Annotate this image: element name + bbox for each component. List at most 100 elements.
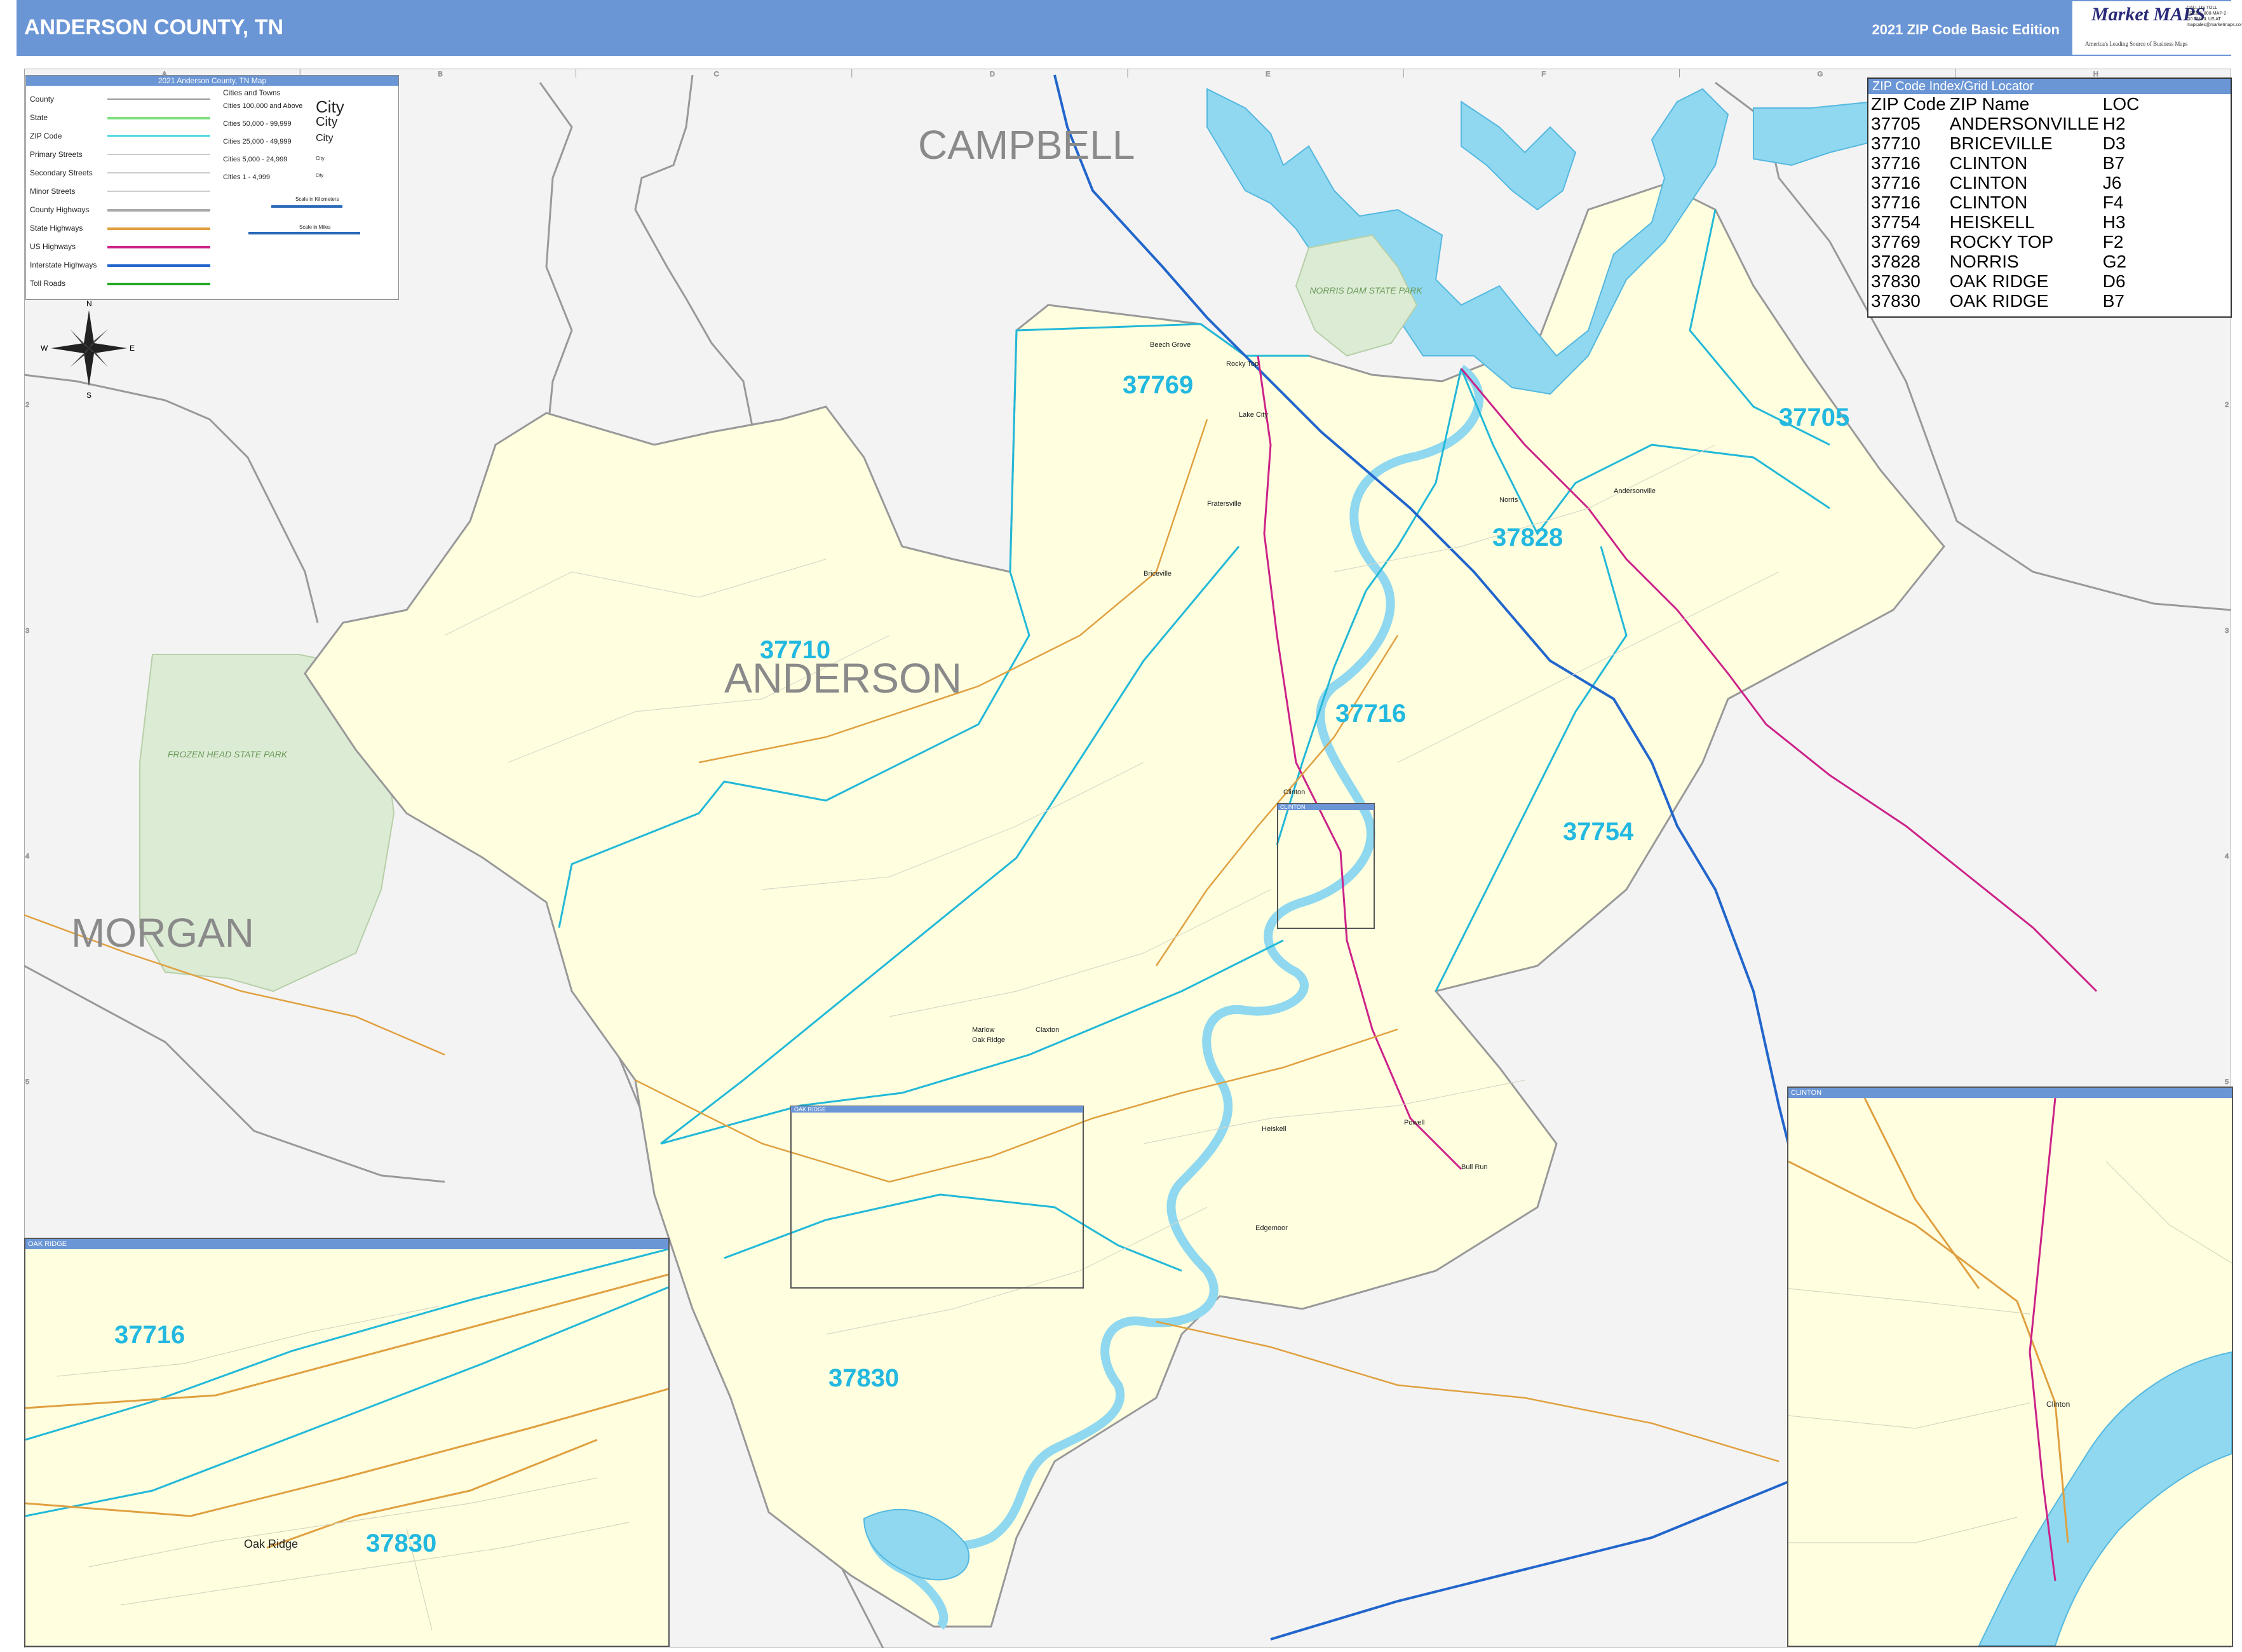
zip-index-row: 37716 CLINTON F4 bbox=[1871, 193, 2143, 212]
town-label-claxton: Claxton bbox=[1036, 1026, 1059, 1034]
grid-row-label-right: 4 bbox=[2225, 853, 2229, 860]
zip-label-37716: 37716 bbox=[1335, 700, 1406, 728]
town-label-fratersville: Fratersville bbox=[1207, 500, 1241, 508]
compass-w: W bbox=[41, 344, 48, 353]
legend-item-label: Toll Roads bbox=[30, 279, 66, 288]
county-label-morgan: MORGAN bbox=[71, 910, 254, 956]
grid-row-label-right: 2 bbox=[2225, 402, 2229, 409]
grid-col-label: C bbox=[714, 71, 719, 78]
legend-city-sample: City bbox=[316, 115, 338, 129]
legend-city-sample: City bbox=[316, 156, 325, 161]
zip-index-cell: CLINTON bbox=[1949, 193, 2028, 212]
market-maps-logo: Market MAPS America's Leading Source of … bbox=[2072, 1, 2242, 55]
zip-label-37828: 37828 bbox=[1492, 524, 1563, 552]
zip-label-37705: 37705 bbox=[1779, 403, 1849, 431]
legend-city-sample: City bbox=[316, 133, 334, 144]
town-label-powell: Powell bbox=[1404, 1119, 1424, 1127]
grid-row-label: 5 bbox=[25, 1078, 29, 1086]
town-label-lake-city: Lake City bbox=[1239, 411, 1268, 419]
clinton-inset: CLINTON Clinton bbox=[1787, 1087, 2233, 1647]
zip-index-cell: H3 bbox=[2102, 212, 2126, 232]
grid-row-label: 4 bbox=[25, 853, 29, 860]
grid-row-label-right: 5 bbox=[2225, 1078, 2229, 1086]
compass-s: S bbox=[86, 391, 91, 400]
legend-item-swatch bbox=[107, 117, 210, 119]
park-label-norris-dam: NORRIS DAM STATE PARK bbox=[1309, 285, 1422, 295]
legend-item-label: ZIP Code bbox=[30, 132, 62, 140]
legend-item-label: County Highways bbox=[30, 205, 90, 214]
legend-scale-mi: Scale in Miles bbox=[299, 224, 331, 230]
county-label-campbell: CAMPBELL bbox=[918, 122, 1135, 168]
grid-col-label: G bbox=[1818, 71, 1823, 78]
oak-ridge-inset-zip-37830: 37830 bbox=[366, 1529, 436, 1557]
town-label-marlow: Marlow bbox=[972, 1026, 995, 1034]
legend-item-label: US Highways bbox=[30, 242, 76, 251]
map-header: ANDERSON COUNTY, TN 2021 ZIP Code Basic … bbox=[17, 0, 2242, 56]
town-label-rocky-top: Rocky Top bbox=[1226, 360, 1259, 368]
zip-index-row: 37705 ANDERSONVILLE H2 bbox=[1871, 114, 2143, 133]
zip-index-cell: OAK RIDGE bbox=[1949, 271, 2049, 291]
legend-city-sample: City bbox=[316, 97, 344, 116]
legend-city-class-label: Cities 5,000 - 24,999 bbox=[223, 156, 288, 163]
legend-item-swatch bbox=[107, 172, 210, 173]
legend-item-swatch bbox=[107, 135, 210, 137]
zip-index-cell: H2 bbox=[2102, 114, 2126, 133]
zip-index-row: 37769 ROCKY TOP F2 bbox=[1871, 232, 2143, 252]
zip-index-cell: NORRIS bbox=[1949, 252, 2019, 271]
zip-index-cell: 37754 bbox=[1871, 212, 1921, 232]
zip-index-cell: J6 bbox=[2102, 173, 2122, 193]
map-legend: 2021 Anderson County, TN Map County State… bbox=[25, 75, 399, 300]
zip-index-cell: ROCKY TOP bbox=[1949, 232, 2054, 252]
zip-index-cell: F2 bbox=[2102, 232, 2124, 252]
zip-index-cell: BRICEVILLE bbox=[1949, 133, 2053, 153]
zip-index-column-header: LOC bbox=[2102, 94, 2140, 114]
zip-index-row: 37710 BRICEVILLE D3 bbox=[1871, 133, 2143, 153]
zip-index-cell: 37710 bbox=[1871, 133, 1921, 153]
legend-item-label: Minor Streets bbox=[30, 187, 76, 196]
zip-index-cell: 37830 bbox=[1871, 291, 1921, 311]
map-title: ANDERSON COUNTY, TN bbox=[24, 15, 284, 39]
zip-index-table: ZIP Code ZIP Name LOC 37705 ANDERSONVILLE H2… bbox=[1871, 94, 2143, 311]
zip-label-37754: 37754 bbox=[1563, 818, 1634, 846]
zip-index-cell: CLINTON bbox=[1949, 173, 2028, 193]
zip-index-cell: 37716 bbox=[1871, 173, 1921, 193]
zip-label-37769: 37769 bbox=[1123, 371, 1193, 399]
zip-index-row: 37828 NORRIS G2 bbox=[1871, 252, 2143, 271]
legend-item-swatch bbox=[107, 154, 210, 155]
legend-city-class-label: Cities 1 - 4,999 bbox=[223, 173, 270, 181]
town-label-andersonville: Andersonville bbox=[1614, 487, 1656, 495]
zip-index-cell: 37716 bbox=[1871, 153, 1921, 173]
clinton-inset-map: Clinton bbox=[1788, 1098, 2232, 1646]
legend-item-swatch bbox=[107, 227, 210, 230]
oak-ridge-box-label: OAK RIDGE bbox=[794, 1106, 826, 1113]
zip-index-row: 37830 OAK RIDGE B7 bbox=[1871, 291, 2143, 311]
legend-item-swatch bbox=[107, 264, 210, 267]
zip-index-cell: B7 bbox=[2102, 153, 2124, 173]
legend-item-label: State bbox=[30, 113, 48, 122]
zip-index-row: 37716 CLINTON J6 bbox=[1871, 173, 2143, 193]
clinton-box-label: CLINTON bbox=[1280, 804, 1305, 810]
zip-index-cell: B7 bbox=[2102, 291, 2124, 311]
legend-item-label: Interstate Highways bbox=[30, 261, 97, 269]
legend-item-swatch bbox=[107, 283, 210, 285]
zip-label-37710: 37710 bbox=[760, 636, 830, 664]
zip-index-row: 37716 CLINTON B7 bbox=[1871, 153, 2143, 173]
town-label-oak-ridge: Oak Ridge bbox=[972, 1036, 1005, 1044]
compass-e: E bbox=[130, 344, 135, 353]
zip-index-column-header: ZIP Name bbox=[1949, 94, 2030, 114]
zip-index-cell: F4 bbox=[2102, 193, 2124, 212]
legend-city-class-label: Cities 50,000 - 99,999 bbox=[223, 120, 292, 128]
zip-index-column-header: ZIP Code bbox=[1871, 94, 1946, 114]
logo-tagline: America's Leading Source of Business Map… bbox=[2085, 41, 2188, 47]
grid-col-label: E bbox=[1266, 71, 1270, 78]
town-label-briceville: Briceville bbox=[1144, 570, 1172, 578]
legend-cities-title: Cities and Towns bbox=[223, 88, 281, 97]
legend-item-swatch bbox=[107, 246, 210, 248]
oak-ridge-inset-map: 37716 37830 Oak Ridge bbox=[25, 1249, 668, 1631]
legend-item-label: Primary Streets bbox=[30, 150, 83, 159]
zip-index-cell: D6 bbox=[2102, 271, 2126, 291]
legend-item-swatch bbox=[107, 209, 210, 212]
legend-title: 2021 Anderson County, TN Map bbox=[26, 76, 398, 86]
grid-row-label: 2 bbox=[25, 402, 29, 409]
legend-scale-km: Scale in Kilometers bbox=[295, 196, 339, 202]
